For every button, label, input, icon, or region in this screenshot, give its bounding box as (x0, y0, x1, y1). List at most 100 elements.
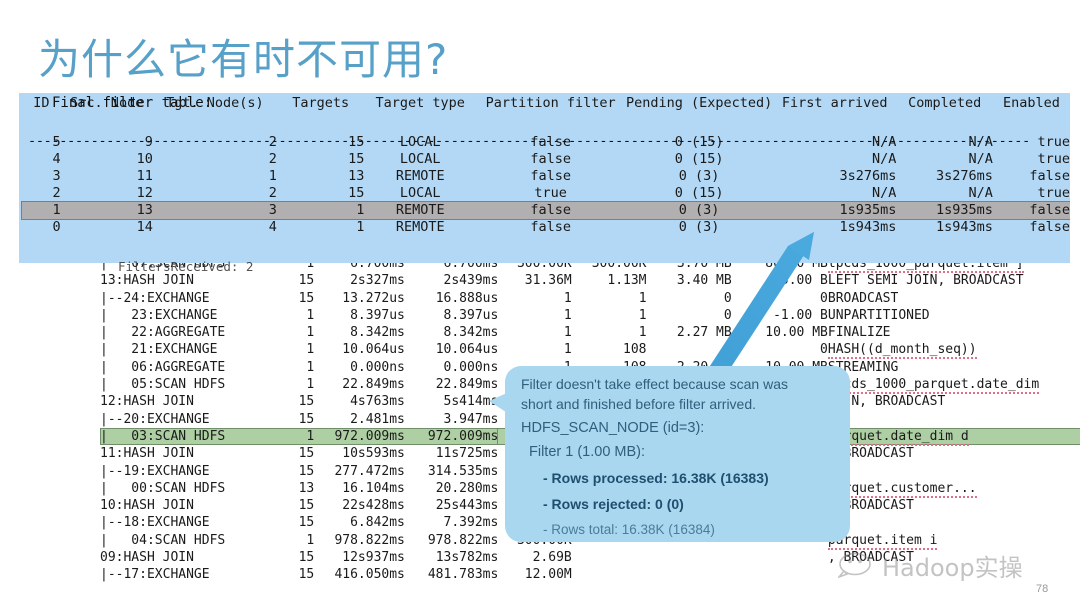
cell-id: 2 (52, 185, 61, 201)
profile-table-row: | 23:EXCHANGE 1 8.397us 8.397us 1 1 0 -1.00 B UN… (100, 307, 1080, 324)
cell-avg-time: 978.822ms (334, 532, 405, 548)
col-header-pending-expected: Pending (Expected) (625, 95, 773, 111)
cell-avg-time: 277.472ms (334, 463, 405, 479)
cell-avg-time: 16.104ms (342, 480, 405, 496)
cell-tgt-nodes: 4 (268, 219, 277, 235)
cell-enabled: false (1029, 219, 1070, 235)
panel-left-gutter (14, 93, 19, 263)
cell-peak-mem: 0 (723, 290, 732, 306)
cell-operator: | 00:SCAN HDFS (100, 480, 226, 496)
cell-max-time: 11s725ms (435, 446, 499, 462)
cell-peak-mem: 0 (723, 307, 732, 323)
cell-peak-mem (647, 549, 732, 566)
cell-enabled: false (1029, 202, 1070, 218)
profile-table-row: | 21:EXCHANGE 1 10.064us 10.064us 1 108 0 0 HASH… (100, 341, 1080, 360)
cell-instances: 15 (298, 498, 315, 514)
cell-peak-mem: 0 (723, 342, 732, 358)
cell-est-mem: 0 (820, 290, 828, 306)
cell-instances: 1 (306, 325, 315, 341)
cell-pending: 0 (3) (678, 168, 720, 184)
cell-rows: 1 (563, 342, 572, 358)
col-header-first-arrived: First arrived (781, 95, 888, 111)
cell-instances: 15 (298, 411, 315, 427)
cell-target-type: REMOTE (395, 219, 445, 235)
callout-rows-processed: - Rows processed: 16.38K (16383) (543, 470, 769, 486)
cell-avg-time: 22s428ms (342, 498, 405, 514)
cell-detail (828, 411, 1080, 428)
cell-target-type: REMOTE (395, 202, 445, 218)
explanation-callout: Filter doesn't take effect because scan … (489, 366, 850, 542)
filter-table-row: 3 11 1 13 REMOTE false 0 (3) 3s276ms 3s276ms fals… (22, 168, 1070, 185)
cell-max-time: 6.700ms (443, 263, 499, 271)
cell-detail: UNPARTITIONED (827, 307, 930, 323)
cell-instances: 1 (306, 377, 315, 393)
cell-est-mem: 10.00 MB (765, 325, 828, 341)
col-header-partition-filter: Partition filter (485, 95, 616, 111)
cell-pending: 0 (15) (674, 151, 724, 167)
cell-avg-time: 0.000ns (350, 359, 405, 375)
cell-est-rows: 1 (638, 290, 647, 306)
filter-table-row: 2 12 2 15 LOCAL true 0 (15) N/A N/A true (22, 185, 1070, 202)
cell-avg-time: 6.700ms (350, 263, 405, 271)
cell-pending: 0 (3) (678, 219, 720, 235)
cell-instances: 15 (298, 290, 315, 306)
detail-identifier: parquet.customer... (827, 480, 977, 498)
cell-targets: 15 (348, 151, 365, 167)
cell-max-time: 25s443ms (435, 498, 499, 514)
filters-received-label: FiltersReceived: 2 (118, 259, 254, 274)
cell-instances: 15 (298, 446, 315, 462)
cell-detail (828, 463, 1080, 480)
cell-id: 0 (52, 219, 61, 235)
cell-max-time: 972.009ms (404, 427, 499, 446)
cell-operator: 12:HASH JOIN (100, 394, 194, 410)
cell-rows: 1 (563, 325, 572, 341)
filter-table-row: 4 10 2 15 LOCAL false 0 (15) N/A N/A true (22, 151, 1070, 168)
filter-table-row: 0 14 4 1 REMOTE false 0 (3) 1s943ms 1s943ms false (22, 219, 1070, 236)
cell-detail: , BROADCAST (827, 498, 914, 514)
profile-table-row: |--24:EXCHANGE 15 13.272us 16.888us 1 1 0 0 BROA… (100, 290, 1080, 307)
cell-max-time: 16.888us (435, 290, 499, 306)
cell-operator: | 06:AGGREGATE (100, 359, 226, 375)
cell-instances: 1 (306, 307, 315, 323)
slide-root: 为什么它有时不可用? -----------------------------… (0, 0, 1080, 608)
cell-est-mem: -1.00 B (773, 307, 828, 323)
cell-max-time: 3.947ms (443, 411, 499, 427)
filter-table-row-highlighted: 1 13 3 1 REMOTE false 0 (3) 1s935ms 1s935ms false (21, 201, 1070, 220)
cell-first-arrived: N/A (871, 185, 897, 201)
cell-max-time: 8.397us (443, 307, 499, 323)
cell-first-arrived: N/A (871, 151, 897, 167)
profile-table-row: | 22:AGGREGATE 1 8.342ms 8.342ms 1 1 2.27 MB 10… (100, 324, 1080, 341)
cell-avg-time: 8.397us (350, 307, 405, 323)
cell-operator: | 21:EXCHANGE (100, 342, 218, 358)
cell-operator: | 23:EXCHANGE (100, 307, 218, 323)
col-header-target-type: Target type (375, 95, 465, 111)
cell-first-arrived: 1s943ms (839, 219, 897, 235)
cell-est-mem (732, 566, 828, 583)
cell-completed: 1s943ms (936, 219, 993, 235)
page-title: 为什么它有时不可用? (38, 35, 449, 84)
cell-max-time: 2s439ms (443, 273, 499, 289)
cell-instances: 15 (298, 463, 315, 479)
cell-detail: LEFT SEMI JOIN, BROADCAST (827, 273, 1024, 289)
cell-pending: 0 (15) (674, 185, 724, 201)
cell-operator: |--24:EXCHANGE (100, 290, 210, 306)
cell-completed: N/A (968, 185, 993, 201)
cell-src-node: 14 (136, 219, 153, 235)
cell-avg-time: 4s763ms (350, 394, 405, 410)
cell-first-arrived: 1s935ms (839, 202, 897, 218)
cell-target-type: LOCAL (399, 151, 441, 167)
cell-instances: 13 (298, 480, 315, 496)
cell-rows: 1 (563, 290, 572, 306)
cell-id: 3 (52, 168, 61, 184)
cell-detail (828, 514, 1080, 531)
cell-completed: N/A (968, 151, 993, 167)
cell-operator: | 04:SCAN HDFS (100, 532, 226, 548)
cell-enabled: true (1037, 185, 1070, 201)
cell-avg-time: 22.849ms (342, 377, 405, 393)
cell-targets: 15 (348, 185, 365, 201)
cell-instances: 1 (306, 263, 315, 271)
cell-target-type: REMOTE (395, 168, 445, 184)
cell-partition-filter: false (530, 168, 571, 184)
cell-id: 1 (52, 202, 61, 218)
cell-pending: 0 (3) (678, 202, 720, 218)
